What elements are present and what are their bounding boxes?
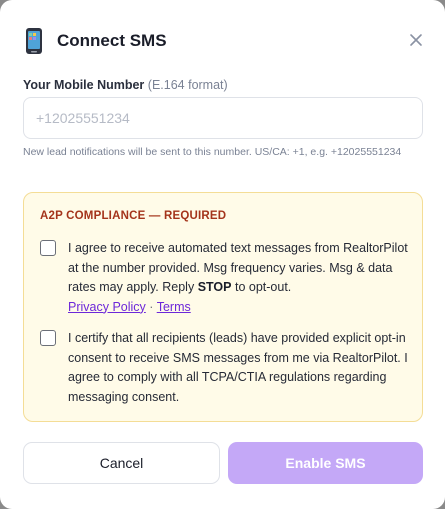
compliance-title: A2P COMPLIANCE — REQUIRED <box>40 210 227 222</box>
link-separator: · <box>149 299 154 314</box>
consent-certify-checkbox[interactable] <box>40 330 56 346</box>
stop-keyword: STOP <box>197 280 232 294</box>
cancel-button[interactable]: Cancel <box>23 442 220 484</box>
phone-label: Your Mobile Number (E.164 format) <box>23 78 228 92</box>
phone-number-input[interactable] <box>23 97 423 139</box>
consent-sms-text: I agree to receive automated text messag… <box>68 239 410 317</box>
consent-sms-row: I agree to receive automated text messag… <box>40 239 410 317</box>
connect-sms-modal: Connect SMS Your Mobile Number (E.164 fo… <box>0 0 445 509</box>
close-icon[interactable] <box>407 31 425 49</box>
enable-sms-button[interactable]: Enable SMS <box>228 442 423 484</box>
mobile-phone-icon <box>23 27 45 55</box>
terms-link[interactable]: Terms <box>157 300 191 314</box>
phone-label-text: Your Mobile Number <box>23 78 145 92</box>
modal-title: Connect SMS <box>57 31 167 50</box>
consent-certify-text: I certify that all recipients (leads) ha… <box>68 331 408 404</box>
consent-certify-row: I certify that all recipients (leads) ha… <box>40 329 410 407</box>
compliance-box: A2P COMPLIANCE — REQUIRED I agree to rec… <box>23 192 423 422</box>
modal-header: Connect SMS <box>23 26 423 56</box>
privacy-policy-link[interactable]: Privacy Policy <box>68 300 146 314</box>
consent-sms-text-end: to opt-out. <box>231 280 292 294</box>
consent-sms-checkbox[interactable] <box>40 240 56 256</box>
phone-helper-text: New lead notifications will be sent to t… <box>23 146 402 158</box>
phone-label-hint: (E.164 format) <box>147 78 228 92</box>
